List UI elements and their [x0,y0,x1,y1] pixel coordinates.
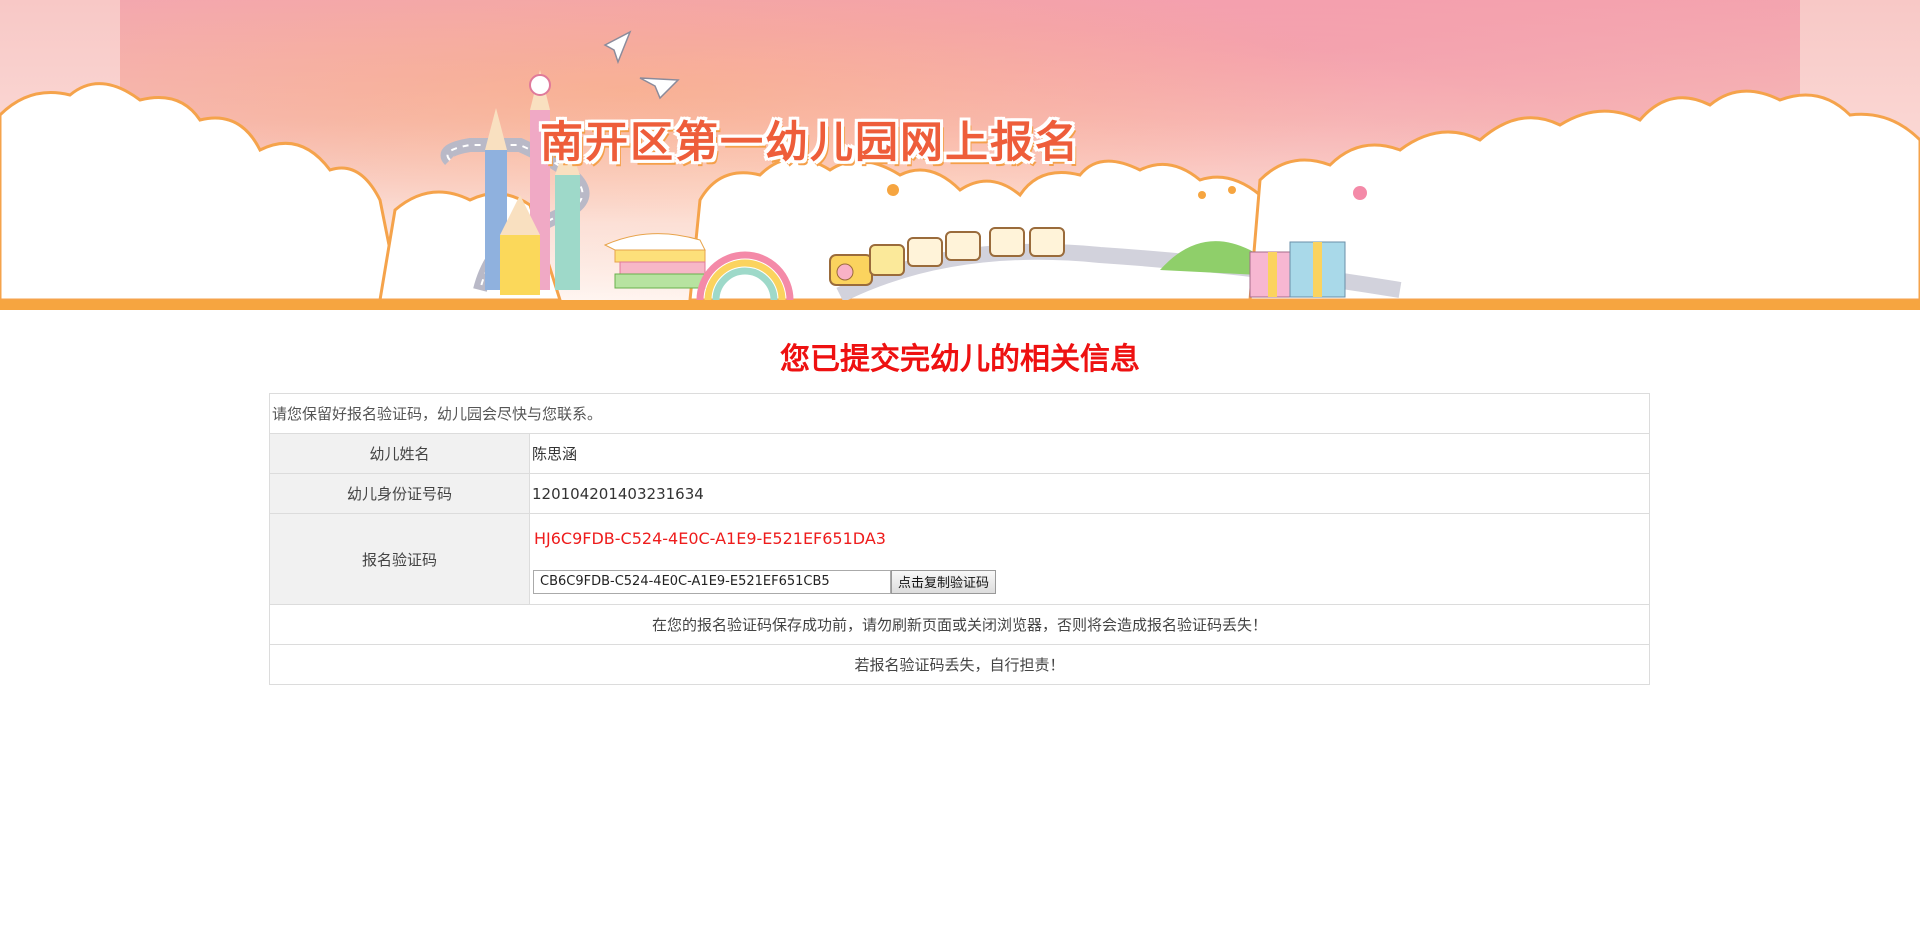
code-row: 报名验证码 HJ6C9FDB-C524-4E0C-A1E9-E521EF651D… [269,513,1650,605]
banner-title: 南开区第一幼儿园网上报名 [540,118,1080,168]
notice-text: 请您保留好报名验证码，幼儿园会尽快与您联系。 [269,393,1650,434]
paper-planes [603,30,680,100]
code-input[interactable] [533,569,891,594]
banner-bottom-bar [0,300,1920,310]
warning-row-2: 若报名验证码丢失，自行担责！ [269,644,1650,685]
code-copy-line: 点击复制验证码 [533,569,1647,594]
warning-row-1: 在您的报名验证码保存成功前，请勿刷新页面或关闭浏览器，否则将会造成报名验证码丢失… [269,604,1650,645]
child-name-label: 幼儿姓名 [269,433,530,474]
warning-text-1: 在您的报名验证码保存成功前，请勿刷新页面或关闭浏览器，否则将会造成报名验证码丢失… [269,604,1650,645]
child-id-label: 幼儿身份证号码 [269,473,530,514]
warning-text-2: 若报名验证码丢失，自行担责！ [269,644,1650,685]
code-cell: HJ6C9FDB-C524-4E0C-A1E9-E521EF651DA3 点击复… [529,513,1650,605]
code-label: 报名验证码 [269,513,530,605]
books [603,233,706,289]
copy-code-button[interactable]: 点击复制验证码 [891,569,997,594]
pencil-group [485,70,580,295]
page-heading: 您已提交完幼儿的相关信息 [780,343,1140,376]
child-name-row: 幼儿姓名 陈思涵 [269,433,1650,474]
child-name-value: 陈思涵 [529,433,1650,474]
code-display: HJ6C9FDB-C524-4E0C-A1E9-E521EF651DA3 [534,528,886,548]
banner: 南开区第一幼儿园网上报名 [0,0,1920,300]
registration-info-table: 请您保留好报名验证码，幼儿园会尽快与您联系。 幼儿姓名 陈思涵 幼儿身份证号码 … [269,393,1650,685]
notice-row: 请您保留好报名验证码，幼儿园会尽快与您联系。 [269,393,1650,434]
child-id-row: 幼儿身份证号码 120104201403231634 [269,473,1650,514]
child-id-value: 120104201403231634 [529,473,1650,514]
